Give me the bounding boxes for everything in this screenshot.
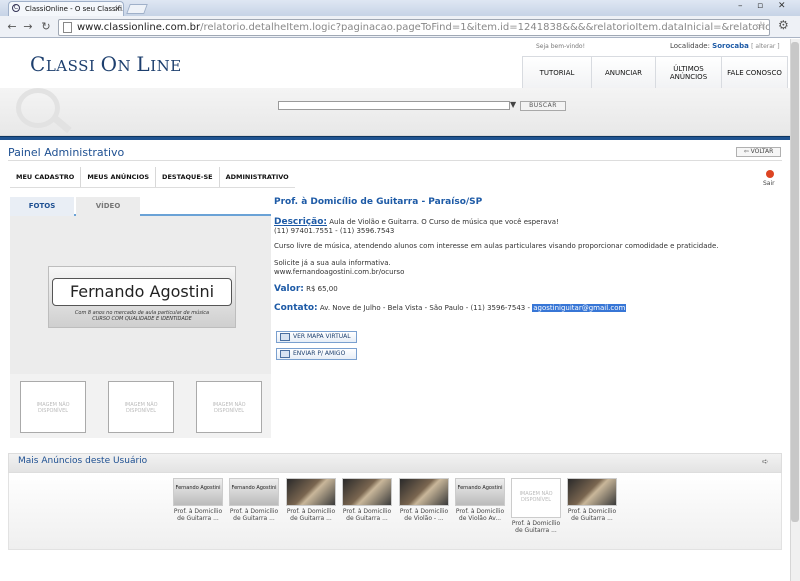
panel-subnav: MEU CADASTRO MEUS ANÚNCIOS DESTAQUE-SE A…	[10, 167, 295, 188]
header-bar	[0, 136, 790, 140]
related-ad-thumb-text: IMAGEM NÃO DISPONÍVEL	[519, 491, 553, 503]
related-ad-caption[interactable]: Prof. à Domicílio de Guitarra ...	[341, 508, 393, 522]
subnav-meus-anuncios[interactable]: MEUS ANÚNCIOS	[80, 167, 155, 187]
scrollbar-thumb[interactable]	[791, 42, 799, 522]
more-ads-title: Mais Anúncios deste Usuário	[18, 456, 148, 466]
related-ad-caption[interactable]: Prof. à Domicílio de Guitarra ...	[510, 520, 562, 534]
ad-contact: Contato: Av. Nove de Julho - Bela Vista …	[274, 303, 627, 313]
thumbnail[interactable]: IMAGEM NÃO DISPONÍVEL	[196, 381, 262, 433]
related-ad-thumbnail[interactable]: IMAGEM NÃO DISPONÍVEL	[511, 478, 561, 518]
nav-anunciar[interactable]: ANUNCIAR	[591, 57, 655, 89]
related-ad-item[interactable]: IMAGEM NÃO DISPONÍVEL Prof. à Domicílio d…	[510, 478, 562, 534]
related-ad-thumbnail[interactable]	[399, 478, 449, 506]
related-ad-thumbnail[interactable]	[342, 478, 392, 506]
minimize-icon[interactable]: –	[738, 1, 743, 11]
site-logo[interactable]: CLASSI ON LINE	[30, 52, 182, 76]
subnav-meu-cadastro[interactable]: MEU CADASTRO	[10, 167, 80, 187]
related-ad-thumb-text	[400, 479, 448, 485]
related-ad-thumb-text: Fernando Agostini	[175, 485, 221, 491]
tab-favicon-icon: C	[12, 4, 20, 12]
thumbnail[interactable]: IMAGEM NÃO DISPONÍVEL	[108, 381, 174, 433]
related-ad-caption[interactable]: Prof. à Domicílio de Guitarra ...	[285, 508, 337, 522]
nav-fale-conosco[interactable]: FALE CONOSCO	[721, 57, 787, 89]
mail-icon	[280, 350, 290, 358]
tab-close-icon[interactable]: ×	[114, 4, 121, 13]
close-window-icon[interactable]: ✕	[778, 1, 786, 11]
thumbnail[interactable]: IMAGEM NÃO DISPONÍVEL	[20, 381, 86, 433]
related-ad-thumb-text: Fernando Agostini	[457, 485, 503, 491]
address-bar[interactable]: www.classionline.com.br/relatorio.detalh…	[58, 19, 770, 36]
ad-price: Valor: R$ 65,00	[274, 284, 338, 294]
related-ad-thumb-text: Fernando Agostini	[231, 485, 277, 491]
related-ad-caption[interactable]: Prof. à Domicílio de Violão Av...	[454, 508, 506, 522]
welcome-text: Seja bem-vindo!	[536, 43, 586, 50]
subnav-destaque-se[interactable]: DESTAQUE-SE	[155, 167, 219, 187]
enviar-amigo-button[interactable]: ENVIAR P/ AMIGO	[276, 348, 357, 360]
ad-paragraph: Curso livre de música, atendendo alunos …	[274, 242, 719, 250]
related-ad-caption[interactable]: Prof. à Domicílio de Violão - ...	[398, 508, 450, 522]
related-ad-item[interactable]: Prof. à Domicílio de Guitarra ...	[566, 478, 618, 522]
related-ad-thumb-text	[343, 479, 391, 485]
top-nav: TUTORIAL ANUNCIAR ÚLTIMOS ANÚNCIOS FALE …	[522, 56, 788, 90]
page-icon	[63, 22, 72, 33]
localidade: Localidade: Sorocaba [ alterar ]	[670, 42, 780, 50]
page-title: Painel Administrativo	[8, 146, 125, 159]
related-ad-caption[interactable]: Prof. à Domicílio de Guitarra ...	[172, 508, 224, 522]
ad-paragraph: Solicite já a sua aula informativa. www.f…	[274, 259, 405, 276]
ver-mapa-button[interactable]: VER MAPA VIRTUAL	[276, 331, 357, 343]
related-ad-item[interactable]: Prof. à Domicílio de Guitarra ...	[341, 478, 393, 522]
tab-video[interactable]: VÍDEO	[76, 197, 140, 216]
bookmark-star-icon[interactable]: ☆	[756, 19, 766, 32]
forward-icon[interactable]: →	[20, 19, 36, 35]
subnav-administrativo[interactable]: ADMINISTRATIVO	[218, 167, 295, 187]
search-band	[0, 88, 790, 136]
main-photo-name: Fernando Agostini	[52, 278, 232, 306]
sair-link[interactable]: Sair	[763, 180, 775, 187]
tab-fotos[interactable]: FOTOS	[10, 197, 74, 216]
related-ad-caption[interactable]: Prof. à Domicílio de Guitarra ...	[566, 508, 618, 522]
voltar-button[interactable]: ⇦ VOLTAR	[736, 147, 781, 157]
ad-title: Prof. à Domicílio de Guitarra - Paraíso/…	[274, 197, 483, 207]
related-ad-item[interactable]: Fernando Agostini Prof. à Domicílio de Vi…	[454, 478, 506, 522]
related-ad-thumbnail[interactable]: Fernando Agostini	[173, 478, 223, 506]
arrow-right-icon[interactable]: ➪	[762, 457, 769, 466]
related-ad-item[interactable]: Fernando Agostini Prof. à Domicílio de Gu…	[228, 478, 280, 522]
related-ad-thumb-text	[287, 479, 335, 485]
related-ad-thumbnail[interactable]	[567, 478, 617, 506]
related-ad-thumbnail[interactable]: Fernando Agostini	[229, 478, 279, 506]
nav-tutorial[interactable]: TUTORIAL	[523, 57, 591, 89]
browser-tab[interactable]: ClassiOnline - O seu Classifi...	[8, 1, 124, 16]
ad-description: Descrição: Aula de Violão e Guitarra. O …	[274, 217, 559, 236]
reload-icon[interactable]: ↻	[38, 19, 54, 35]
alterar-link[interactable]: [ alterar ]	[751, 43, 780, 50]
related-ad-thumb-text	[568, 479, 616, 485]
main-photo-subtitle: Com 8 anos no mercado de aula particular…	[74, 310, 210, 322]
new-tab-button[interactable]	[126, 4, 148, 14]
divider	[8, 160, 782, 161]
more-ads-list	[8, 473, 782, 550]
search-select[interactable]	[278, 101, 510, 110]
localidade-city: Sorocaba	[712, 42, 749, 50]
wrench-menu-icon[interactable]: ⚙	[778, 18, 789, 32]
back-icon[interactable]: ←	[4, 19, 20, 35]
exit-icon[interactable]	[766, 170, 774, 178]
related-ad-item[interactable]: Prof. à Domicílio de Guitarra ...	[285, 478, 337, 522]
search-button[interactable]: BUSCAR	[520, 101, 566, 111]
related-ad-item[interactable]: Prof. à Domicílio de Violão - ...	[398, 478, 450, 522]
related-ad-caption[interactable]: Prof. à Domicílio de Guitarra ...	[228, 508, 280, 522]
related-ad-thumbnail[interactable]: Fernando Agostini	[455, 478, 505, 506]
contact-email[interactable]: agostiniguitar@gmail.com	[532, 304, 627, 312]
chevron-down-icon[interactable]: ▼	[510, 100, 516, 109]
map-icon	[280, 333, 290, 341]
maximize-icon[interactable]: ▫	[757, 1, 763, 11]
related-ad-thumbnail[interactable]	[286, 478, 336, 506]
related-ad-item[interactable]: Fernando Agostini Prof. à Domicílio de Gu…	[172, 478, 224, 522]
nav-ultimos-anuncios[interactable]: ÚLTIMOS ANÚNCIOS	[655, 57, 721, 89]
